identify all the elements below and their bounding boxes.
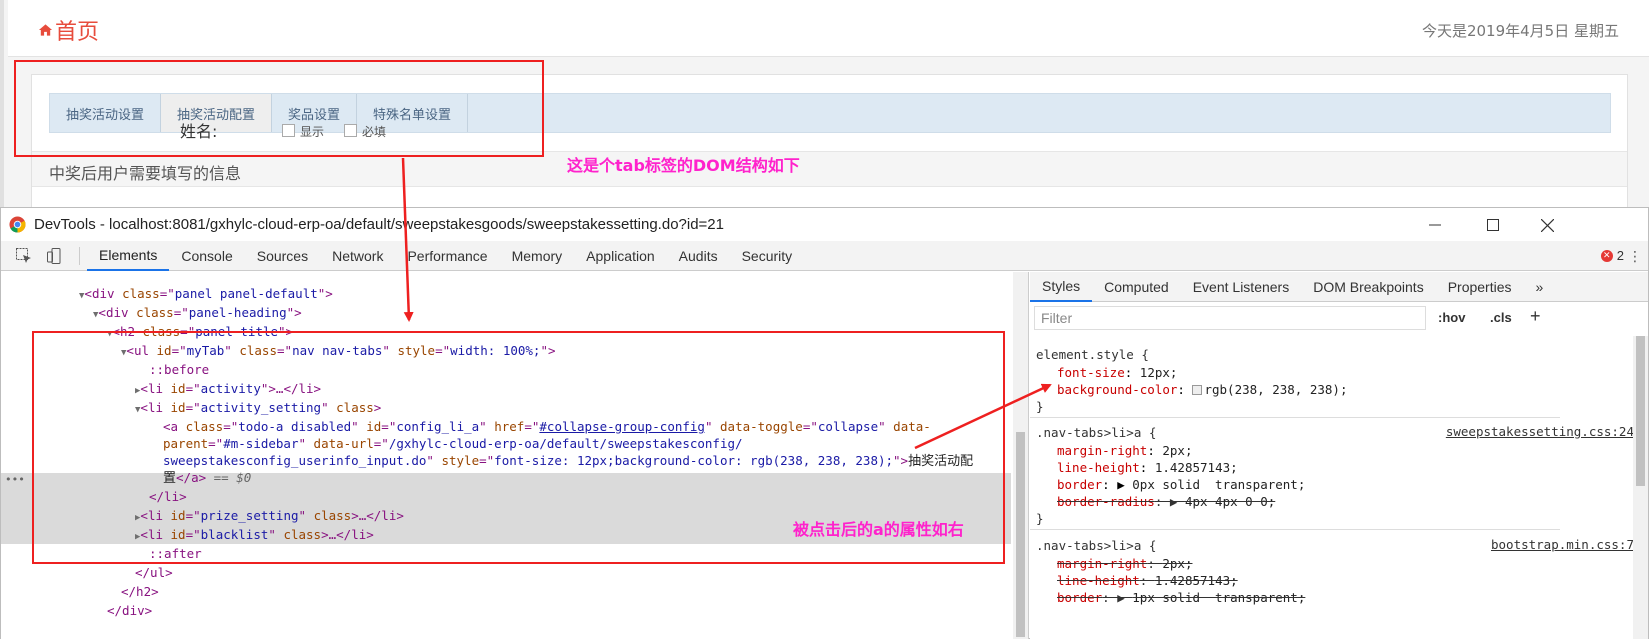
annotation-box-tabs <box>14 60 544 157</box>
styles-scrollbar[interactable] <box>1633 336 1648 639</box>
rule2-source-link[interactable]: bootstrap.min.css:7 <box>1491 537 1634 552</box>
tab-memory[interactable]: Memory <box>500 241 575 271</box>
styles-filter-input[interactable]: Filter <box>1034 306 1426 330</box>
rule1-prop-border[interactable]: border: ▶ 0px solid transparent; <box>1057 476 1305 493</box>
close-button[interactable] <box>1524 212 1570 238</box>
top-bar: 首页 今天是2019年4月5日 星期五 <box>8 0 1649 57</box>
dom-line-panel-heading[interactable]: ▼<div class="panel-heading"> <box>93 303 302 322</box>
devtools-main-tabs: Elements Console Sources Network Perform… <box>87 241 804 271</box>
devtools-toolbar: Elements Console Sources Network Perform… <box>1 241 1648 271</box>
more-options-icon[interactable]: ⋮ <box>1628 248 1642 265</box>
rule2-prop-border[interactable]: border: ▶ 1px solid transparent; <box>1057 589 1305 606</box>
minimize-button[interactable] <box>1412 212 1458 238</box>
home-label: 首页 <box>55 19 100 44</box>
styles-pane: Styles Computed Event Listeners DOM Brea… <box>1030 272 1648 639</box>
tab-console[interactable]: Console <box>169 241 244 271</box>
element-style-close: } <box>1036 399 1044 414</box>
tab-performance[interactable]: Performance <box>395 241 499 271</box>
annotation-tab-dom-note: 这是个tab标签的DOM结构如下 <box>567 156 800 175</box>
styles-scroll-thumb[interactable] <box>1636 336 1645 486</box>
tab-audits[interactable]: Audits <box>667 241 730 271</box>
dom-line-panel[interactable]: ▼<div class="panel panel-default"> <box>79 284 333 303</box>
hov-toggle[interactable]: :hov <box>1438 310 1465 325</box>
node-actions-icon[interactable]: ••• <box>5 473 25 486</box>
tab-application[interactable]: Application <box>574 241 667 271</box>
maximize-icon <box>1487 219 1499 231</box>
tab-security[interactable]: Security <box>730 241 805 271</box>
close-icon <box>1540 218 1554 232</box>
tab-event-listeners[interactable]: Event Listeners <box>1181 272 1302 302</box>
rule1-source-link[interactable]: sweepstakessetting.css:24 <box>1446 424 1634 439</box>
maximize-button[interactable] <box>1470 212 1516 238</box>
rule1-close: } <box>1036 511 1044 526</box>
tab-properties[interactable]: Properties <box>1436 272 1524 302</box>
rule1-selector[interactable]: .nav-tabs>li>a { <box>1036 424 1156 441</box>
styles-tabs: Styles Computed Event Listeners DOM Brea… <box>1030 272 1648 302</box>
more-tabs-icon[interactable]: » <box>1524 272 1556 302</box>
new-rule-icon[interactable]: + <box>1530 306 1541 327</box>
elements-scrollbar[interactable] <box>1013 272 1028 639</box>
css-prop-font-size[interactable]: font-size: 12px; <box>1057 364 1177 381</box>
dom-line-ul-close[interactable]: </ul> <box>135 563 173 582</box>
rule2-selector[interactable]: .nav-tabs>li>a { <box>1036 537 1156 554</box>
home-link[interactable]: 首页 <box>38 14 99 46</box>
rule-divider-1 <box>1030 417 1560 418</box>
tab-sources[interactable]: Sources <box>245 241 320 271</box>
devtools-title: DevTools - localhost:8081/gxhylc-cloud-e… <box>34 216 724 233</box>
chrome-icon <box>9 216 26 233</box>
tab-dom-breakpoints[interactable]: DOM Breakpoints <box>1301 272 1435 302</box>
tab-styles[interactable]: Styles <box>1030 272 1093 302</box>
device-toolbar-icon[interactable] <box>46 247 64 265</box>
home-icon <box>38 24 53 36</box>
error-counter[interactable]: ✕ 2 <box>1600 248 1624 263</box>
devtools-titlebar: DevTools - localhost:8081/gxhylc-cloud-e… <box>1 208 1648 241</box>
tab-network[interactable]: Network <box>320 241 395 271</box>
element-style-selector[interactable]: element.style { <box>1036 346 1149 363</box>
error-count: 2 <box>1616 248 1624 263</box>
dom-line-h2-close[interactable]: </h2> <box>121 582 159 601</box>
color-swatch[interactable] <box>1192 385 1203 395</box>
rule-divider-2 <box>1030 529 1560 530</box>
error-icon: ✕ <box>1600 249 1613 262</box>
panel-subtitle: 中奖后用户需要填写的信息 <box>49 164 242 183</box>
rule2-prop-line-height[interactable]: line-height: 1.42857143; <box>1057 572 1238 589</box>
toolbar-separator <box>79 247 80 265</box>
rule1-prop-border-radius[interactable]: border-radius: ▶ 4px 4px 0 0; <box>1057 493 1275 510</box>
cls-toggle[interactable]: .cls <box>1490 310 1512 325</box>
css-prop-background-color[interactable]: background-color: rgb(238, 238, 238); <box>1057 381 1347 398</box>
dom-line-div-close[interactable]: </div> <box>107 601 152 620</box>
annotation-clicked-a-note: 被点击后的a的属性如右 <box>793 520 964 539</box>
rule2-prop-margin-right[interactable]: margin-right: 2px; <box>1057 555 1192 572</box>
minimize-icon <box>1429 224 1441 226</box>
inspect-element-icon[interactable] <box>15 247 33 265</box>
tab-computed[interactable]: Computed <box>1092 272 1181 302</box>
date-text: 今天是2019年4月5日 星期五 <box>1421 22 1619 40</box>
tab-elements[interactable]: Elements <box>87 241 170 271</box>
elements-scroll-thumb[interactable] <box>1016 432 1025 637</box>
rule1-prop-line-height[interactable]: line-height: 1.42857143; <box>1057 459 1238 476</box>
rule1-prop-margin-right[interactable]: margin-right: 2px; <box>1057 442 1192 459</box>
